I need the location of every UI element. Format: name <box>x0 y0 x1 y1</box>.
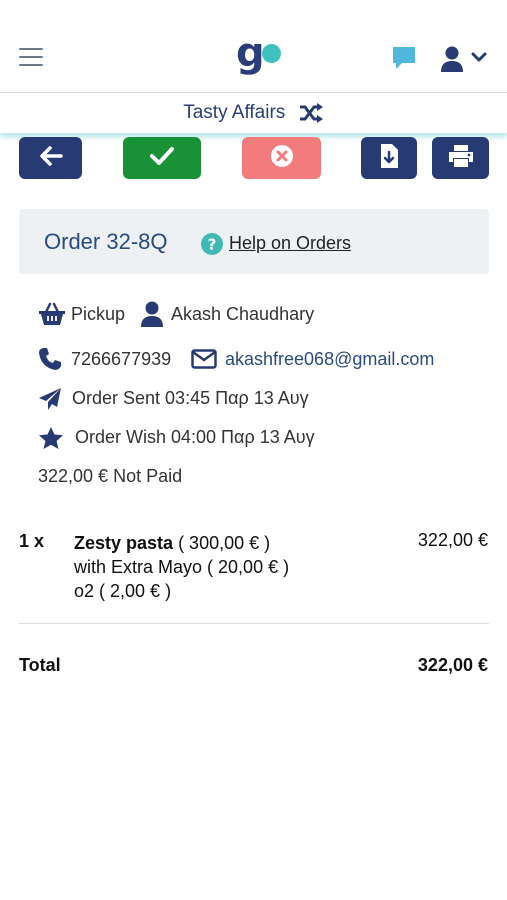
store-name: Tasty Affairs <box>183 102 286 123</box>
help-icon[interactable]: ? <box>201 233 223 255</box>
divider <box>19 623 489 624</box>
order-type: Pickup <box>71 304 126 324</box>
logo-dot <box>262 44 281 63</box>
total-label: Total <box>19 655 61 675</box>
order-sent-time: Order Sent 03:45 Παρ 13 Αυγ <box>72 388 309 408</box>
item-quantity: 1 x <box>19 531 45 551</box>
envelope-icon <box>191 348 217 372</box>
item-name: Zesty pasta <box>74 533 174 553</box>
paper-plane-icon <box>38 387 62 411</box>
back-button[interactable] <box>19 137 82 179</box>
shuffle-icon[interactable] <box>298 102 324 124</box>
chat-bubble-icon[interactable] <box>390 44 418 72</box>
svg-text:?: ? <box>208 236 217 254</box>
download-button[interactable] <box>361 137 417 179</box>
total-value: 322,00 € <box>417 655 488 675</box>
check-icon <box>149 145 175 172</box>
logo-letter: g <box>236 30 265 76</box>
item-extra: with Extra Mayo ( 20,00 € ) <box>74 557 290 577</box>
payment-status: 322,00 € Not Paid <box>38 466 183 486</box>
order-wish-time: Order Wish 04:00 Παρ 13 Αυγ <box>75 427 315 447</box>
store-bar: Tasty Affairs <box>0 93 507 133</box>
accept-order-button[interactable] <box>123 137 201 179</box>
item-extra: o2 ( 2,00 € ) <box>74 581 172 601</box>
item-total: 322,00 € <box>417 530 488 550</box>
customer-phone[interactable]: 7266677939 <box>71 349 171 370</box>
reject-order-button[interactable] <box>242 137 321 179</box>
close-circle-icon <box>270 144 294 173</box>
help-on-orders-link[interactable]: Help on Orders <box>229 233 351 254</box>
order-title: Order 32-8Q <box>44 229 168 254</box>
star-icon <box>38 426 63 450</box>
customer-name: Akash Chaudhary <box>171 304 315 324</box>
person-icon <box>140 301 164 327</box>
hamburger-menu-icon[interactable] <box>19 48 43 68</box>
file-download-icon <box>379 143 399 174</box>
logo[interactable]: g <box>236 30 284 76</box>
item-price: ( 300,00 € ) <box>178 533 271 553</box>
order-header-card: Order 32-8Q ? Help on Orders <box>19 209 489 274</box>
arrow-left-icon <box>38 145 64 172</box>
user-icon[interactable] <box>440 45 488 73</box>
item-details: Zesty pasta ( 300,00 € ) with Extra Mayo… <box>74 531 289 603</box>
phone-icon <box>38 347 62 371</box>
print-button[interactable] <box>432 137 489 179</box>
basket-icon <box>38 302 65 326</box>
printer-icon <box>448 144 474 173</box>
customer-email[interactable]: akashfree068@gmail.com <box>225 349 434 370</box>
